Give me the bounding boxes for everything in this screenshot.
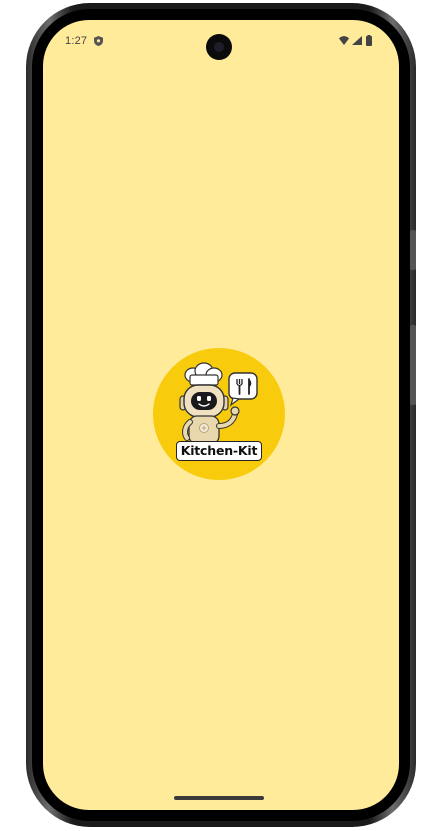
fork-knife-icon: [228, 372, 258, 407]
status-time: 1:27: [65, 35, 88, 47]
status-bar: 1:27: [43, 20, 399, 60]
volume-button: [410, 325, 416, 405]
logo-wordmark: Kitchen-Kit: [176, 441, 262, 461]
app-screen: 1:27 Kitchen-Kit: [43, 20, 399, 810]
battery-icon: [366, 35, 372, 46]
home-indicator[interactable]: [174, 796, 264, 800]
app-logo: Kitchen-Kit: [153, 348, 285, 480]
front-camera: [206, 34, 232, 60]
signal-icon: [352, 36, 362, 45]
power-button: [410, 230, 416, 270]
wifi-icon: [339, 36, 349, 45]
shield-icon: [94, 36, 103, 46]
